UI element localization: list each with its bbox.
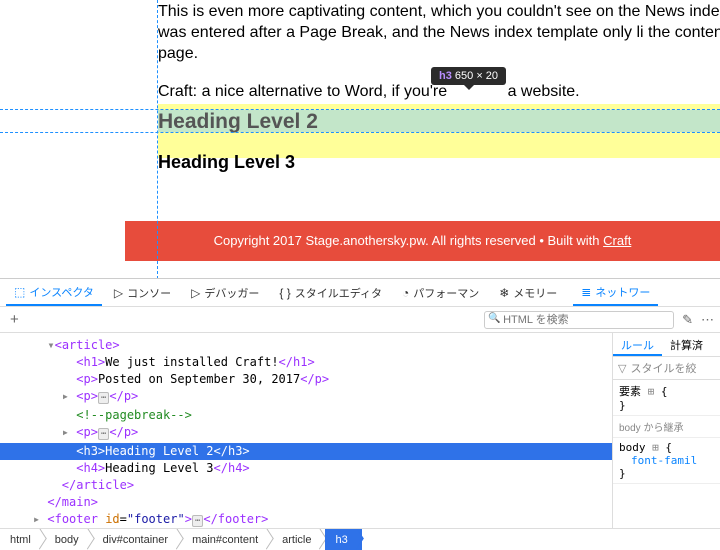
tab-inspector[interactable]: ⬚インスペクタ [6,279,102,306]
bc-container[interactable]: div#container [93,529,182,550]
tab-computed[interactable]: 計算済 [662,333,711,356]
memory-icon: ❄ [499,286,509,300]
eyedropper-icon[interactable]: ✎ [682,312,693,328]
breadcrumb: html body div#container main#content art… [0,528,720,550]
tab-memory[interactable]: ❄メモリー [491,279,565,306]
selected-node: <h3>Heading Level 2</h3> [0,443,612,460]
inspector-icon: ⬚ [14,285,25,299]
paragraph-1: This is even more captivating content, w… [158,2,720,64]
devtools-tabs: ⬚インスペクタ ▷コンソー ▷デバッガー { }スタイルエディタ ◔パフォーマン… [0,279,720,307]
tab-style-editor[interactable]: { }スタイルエディタ [271,279,390,306]
devtools-panel: ⬚インスペクタ ▷コンソー ▷デバッガー { }スタイルエディタ ◔パフォーマン… [0,278,720,550]
bc-html[interactable]: html [0,529,45,550]
bc-body[interactable]: body [45,529,93,550]
heading-level-2: Heading Level 2 [158,110,318,134]
inherit-label: body から継承 [613,416,720,438]
bc-main[interactable]: main#content [182,529,272,550]
page-footer: Copyright 2017 Stage.anothersky.pw. All … [125,221,720,261]
footer-craft-link[interactable]: Craft [603,233,631,248]
dom-tree[interactable]: ▾<article> <h1>We just installed Craft!<… [0,333,612,528]
dimensions-tooltip: h3 650 × 20 [431,67,506,85]
body-rule[interactable]: body ⊞ {font-famil} [613,438,720,484]
element-rule[interactable]: 要素 ⊞ {} [613,380,720,416]
page-viewport: This is even more captivating content, w… [0,0,720,278]
more-icon[interactable]: ⋯ [701,312,714,328]
tooltip-tag: h3 [439,70,452,82]
styles-tabs: ルール 計算済 [613,333,720,357]
filter-icon: ▽ [618,362,626,375]
console-icon: ▷ [114,286,123,300]
style-icon: { } [279,286,290,300]
tab-rules[interactable]: ルール [613,333,662,356]
styles-pane: ルール 計算済 ▽スタイルを絞 要素 ⊞ {} body から継承 body ⊞… [612,333,720,528]
search-input[interactable] [484,311,674,329]
tab-debugger[interactable]: ▷デバッガー [183,279,267,306]
html-search [484,311,674,329]
tab-console[interactable]: ▷コンソー [106,279,179,306]
add-button[interactable]: + [6,311,23,328]
bc-article[interactable]: article [272,529,325,550]
devtools-body: ▾<article> <h1>We just installed Craft!<… [0,333,720,528]
guide-top [0,109,720,110]
devtools-toolbar: + ✎ ⋯ [0,307,720,333]
guide-bottom [0,132,720,133]
paragraph-2: Craft: a nice alternative to Word, if yo… [158,82,720,103]
bc-h3[interactable]: h3 [325,529,361,550]
tooltip-dims: 650 × 20 [455,70,498,82]
network-icon: ≣ [581,285,591,299]
styles-filter[interactable]: ▽スタイルを絞 [613,357,720,380]
heading-level-3: Heading Level 3 [158,152,295,173]
debugger-icon: ▷ [191,286,200,300]
tab-performance[interactable]: ◔パフォーマン [394,279,487,306]
guide-left [157,0,158,278]
tab-network[interactable]: ≣ネットワー [573,279,658,306]
perf-icon: ◔ [402,286,409,300]
